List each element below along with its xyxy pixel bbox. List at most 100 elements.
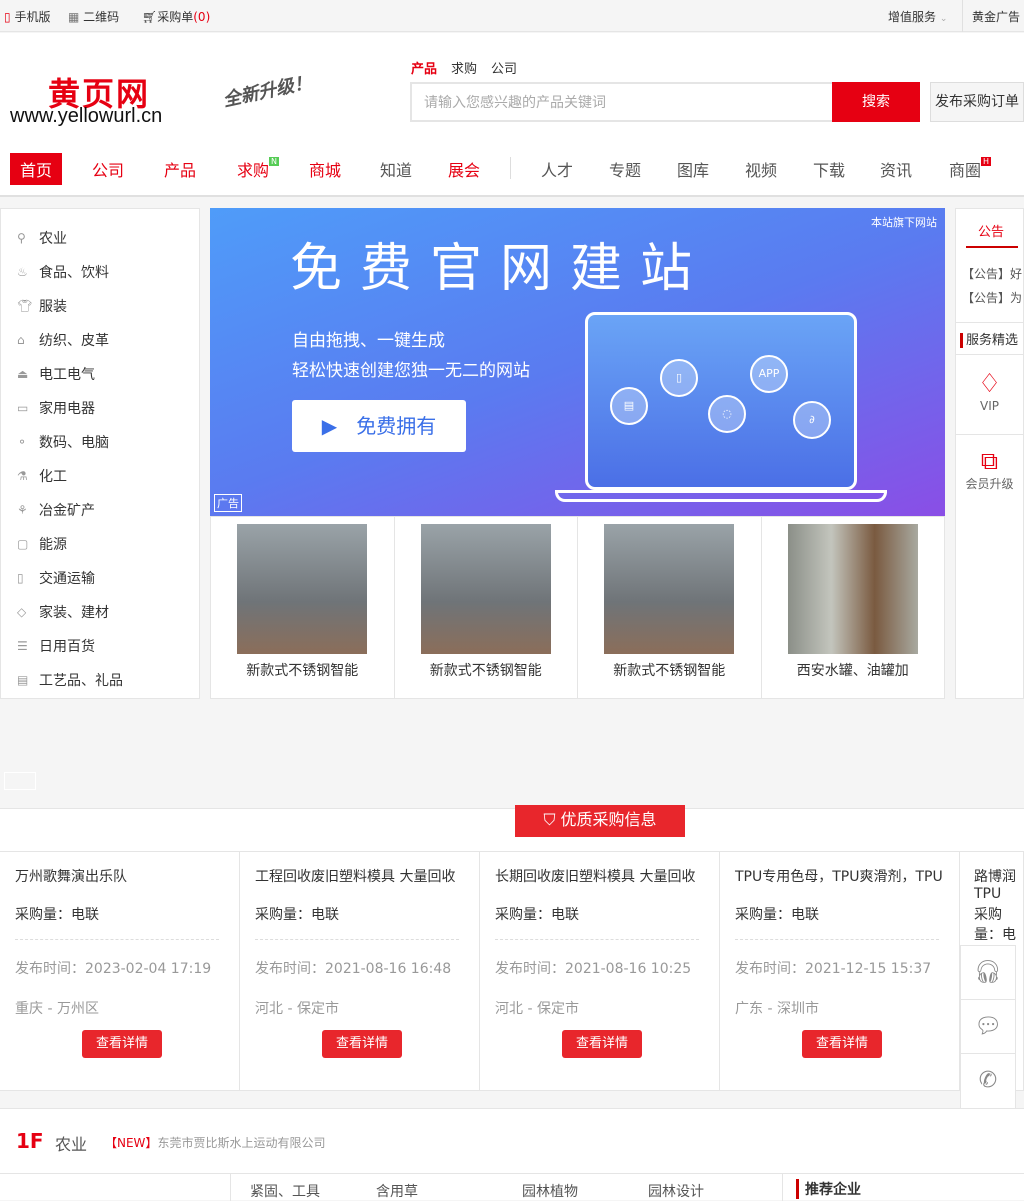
nav-company[interactable]: 公司: [92, 157, 124, 181]
nav-mall[interactable]: 商城: [309, 157, 341, 181]
view-detail-button[interactable]: 查看详情: [322, 1030, 402, 1058]
phone-icon: ▯: [660, 359, 698, 397]
mobile-link[interactable]: ▯ 手机版: [4, 8, 50, 25]
category-item[interactable]: ⏏ 电工电气: [1, 357, 199, 391]
subcat-link[interactable]: 含用草: [376, 1181, 418, 1201]
divider: [962, 0, 963, 32]
floor-new[interactable]: 【NEW】东莞市贾比斯水上运动有限公司: [105, 1134, 325, 1151]
search-input[interactable]: 请输入您感兴趣的产品关键词: [410, 82, 833, 122]
category-item[interactable]: ☰ 日用百货: [1, 629, 199, 663]
category-item[interactable]: ⚬ 数码、电脑: [1, 425, 199, 459]
product-card[interactable]: 新款式不锈钢智能: [211, 517, 395, 698]
search-tab-company[interactable]: 公司: [491, 62, 517, 77]
purchase-name[interactable]: 路博润TPU: [974, 866, 1021, 904]
category-item[interactable]: ⌂ 纺织、皮革: [1, 323, 199, 357]
category-icon: ⚲: [17, 231, 26, 245]
product-card[interactable]: 新款式不锈钢智能: [395, 517, 578, 698]
category-item[interactable]: ▯ 交通运输: [1, 561, 199, 595]
nav-gallery[interactable]: 图库: [677, 157, 709, 181]
banner-tag: 本站旗下网站: [871, 216, 937, 229]
headset-icon[interactable]: 🎧︎: [961, 946, 1015, 1000]
purchase-name[interactable]: 工程回收废旧塑料模具 大量回收: [255, 866, 469, 904]
notice-list: 【公告】好 【公告】为: [956, 248, 1023, 310]
subcat-link[interactable]: 紧固、工具: [250, 1181, 320, 1201]
puzzle-icon: ⧉: [980, 447, 999, 475]
notice-item[interactable]: 【公告】好: [962, 262, 1023, 286]
subcat-link[interactable]: 园林植物: [522, 1181, 578, 1201]
vip-link[interactable]: ♢ VIP: [956, 355, 1023, 435]
category-icon: ▯: [17, 571, 24, 585]
header: 黄页网 www.yellowurl.cn 全新升级！ 产品 求购 公司 请输入您感兴…: [0, 33, 1024, 197]
free-get-button[interactable]: ▶ 免费拥有: [292, 400, 466, 452]
product-image: [787, 524, 918, 654]
category-item[interactable]: ⚘ 冶金矿产: [1, 493, 199, 527]
view-detail-button[interactable]: 查看详情: [802, 1030, 882, 1058]
nav-talent[interactable]: 人才: [541, 157, 573, 181]
purchase-time: 发布时间：2021-12-15 15:37: [735, 961, 932, 977]
product-card[interactable]: 新款式不锈钢智能: [578, 517, 762, 698]
category-icon: ⌂: [17, 333, 25, 347]
search-tab-product[interactable]: 产品: [411, 62, 437, 77]
diamond-icon: ♢: [977, 369, 1002, 399]
upgrade-link[interactable]: ⧉ 会员升级: [956, 435, 1023, 492]
banner-ad[interactable]: 本站旗下网站 免费官网建站 自由拖拽、一键生成 轻松快速创建您独一无二的网站 ▶ …: [210, 208, 945, 516]
category-item[interactable]: ♨ 食品、饮料: [1, 255, 199, 289]
new-badge: N: [269, 157, 279, 166]
purchase-list: 万州歌舞演出乐队 采购量：电联 发布时间：2023-02-04 17:19 重庆…: [0, 851, 1024, 1091]
category-item[interactable]: ▭ 家用电器: [1, 391, 199, 425]
category-item[interactable]: 👕︎ 服装: [1, 289, 199, 323]
nav-buy[interactable]: 求购 N: [237, 157, 279, 181]
view-detail-button[interactable]: 查看详情: [82, 1030, 162, 1058]
notice-item[interactable]: 【公告】为: [962, 286, 1023, 310]
notice-tab[interactable]: 公告: [966, 221, 1018, 248]
category-item[interactable]: ▤ 工艺品、礼品: [1, 663, 199, 697]
category-icon: ▢: [17, 537, 29, 551]
category-icon: ☰: [17, 639, 28, 653]
view-detail-button[interactable]: 查看详情: [562, 1030, 642, 1058]
cart-icon: 🛒︎: [142, 10, 158, 24]
floor-name[interactable]: 农业: [55, 1131, 87, 1155]
category-icon: ⏏: [17, 367, 29, 381]
nav-video[interactable]: 视频: [745, 157, 777, 181]
subcat-link[interactable]: 园林设计: [648, 1181, 704, 1201]
cart-link[interactable]: 🛒︎采购单(0): [142, 8, 210, 25]
search-tab-buy[interactable]: 求购: [451, 62, 477, 77]
gold-ad-link[interactable]: 黄金广告: [972, 8, 1020, 25]
floor-number: 1F: [16, 1129, 44, 1153]
publish-order-button[interactable]: 发布采购订单: [930, 82, 1024, 122]
main-nav: 首页 公司 产品 求购 N 商城 知道 展会 人才 专题 图库 视频 下载 资讯 …: [0, 151, 1024, 187]
category-icon: ◇: [17, 605, 27, 619]
product-card[interactable]: 西安水罐、油罐加: [762, 517, 945, 698]
category-item[interactable]: ◇ 家装、建材: [1, 595, 199, 629]
qrcode-link[interactable]: ▦ 二维码: [68, 8, 119, 25]
nav-circle[interactable]: 商圈 H: [949, 157, 992, 181]
app-icon: APP: [750, 355, 788, 393]
purchase-time: 发布时间：2021-08-16 16:48: [255, 961, 452, 977]
category-item[interactable]: ⚲ 农业: [1, 221, 199, 255]
purchase-card: 长期回收废旧塑料模具 大量回收 采购量：电联 发布时间：2021-08-16 1…: [480, 851, 720, 1091]
wechat-icon[interactable]: 💬︎: [961, 1000, 1015, 1054]
nav-home[interactable]: 首页: [10, 153, 63, 185]
nav-divider: [510, 157, 511, 179]
purchase-name[interactable]: 万州歌舞演出乐队: [15, 866, 229, 904]
category-sidebar: ⚲ 农业 ♨ 食品、饮料 👕︎ 服装 ⌂ 纺织、皮革 ⏏ 电工电气 ▭ 家用电器 ⚬ 数码、电脑 ⚗ 化工 ⚘ 冶…: [0, 208, 200, 699]
nav-news[interactable]: 资讯: [880, 157, 912, 181]
category-item[interactable]: ⚗ 化工: [1, 459, 199, 493]
nav-expo[interactable]: 展会: [448, 157, 480, 181]
services-dropdown[interactable]: 增值服务 ⌄: [888, 8, 947, 25]
nav-download[interactable]: 下载: [813, 157, 845, 181]
purchase-name[interactable]: 长期回收废旧塑料模具 大量回收: [495, 866, 709, 904]
category-icon: ▭: [17, 401, 29, 415]
search-button[interactable]: 搜索: [832, 82, 920, 122]
purchase-name[interactable]: TPU专用色母，TPU爽滑剂，TPU: [735, 866, 949, 904]
phone-icon[interactable]: ✆: [961, 1054, 1015, 1108]
recommend-title: 推荐企业: [796, 1179, 861, 1199]
nav-topic[interactable]: 专题: [609, 157, 641, 181]
banner-subtitle: 自由拖拽、一键生成 轻松快速创建您独一无二的网站: [292, 331, 530, 381]
category-icon: ⚗: [17, 469, 28, 483]
category-item[interactable]: ▢ 能源: [1, 527, 199, 561]
floor-section: 1F 农业 【NEW】东莞市贾比斯水上运动有限公司 紧固、工具 含用草 园林植物…: [0, 1108, 1024, 1201]
nav-zhidao[interactable]: 知道: [380, 157, 412, 181]
divider: [230, 1173, 231, 1201]
nav-product[interactable]: 产品: [164, 157, 196, 181]
